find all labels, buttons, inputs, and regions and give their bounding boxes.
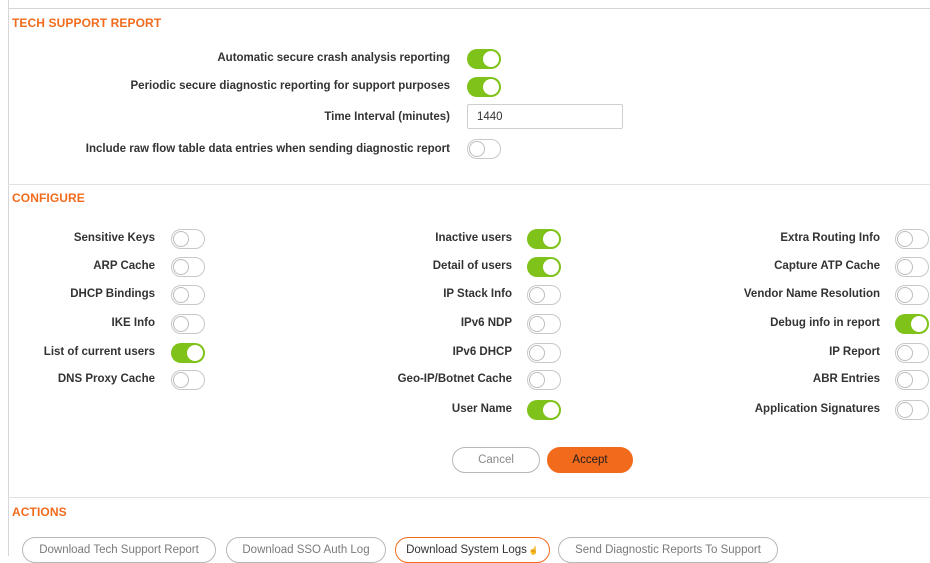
configure-label: Vendor Name Resolution <box>743 288 880 300</box>
configure-toggle[interactable] <box>895 285 929 305</box>
configure-label: Extra Routing Info <box>780 232 880 244</box>
configure-toggle[interactable] <box>895 370 929 390</box>
periodic-label: Periodic secure diagnostic reporting for… <box>130 80 451 92</box>
configure-toggle[interactable] <box>527 257 561 277</box>
toggle-knob <box>897 372 913 388</box>
hand-cursor-icon: ☝ <box>528 545 539 555</box>
toggle-knob <box>529 372 545 388</box>
toggle-knob <box>543 231 559 247</box>
toggle-knob <box>483 79 499 95</box>
configure-label: IP Stack Info <box>443 288 512 300</box>
configure-toggle[interactable] <box>527 285 561 305</box>
toggle-knob <box>897 345 913 361</box>
configure-toggle[interactable] <box>171 257 205 277</box>
toggle-knob <box>173 287 189 303</box>
interval-label: Time Interval (minutes) <box>324 111 450 123</box>
toggle-knob <box>529 316 545 332</box>
configure-label: ARP Cache <box>93 260 155 272</box>
configure-toggle[interactable] <box>527 314 561 334</box>
configure-toggle[interactable] <box>171 343 205 363</box>
toggle-knob <box>469 141 485 157</box>
toggle-knob <box>173 259 189 275</box>
configure-toggle[interactable] <box>895 343 929 363</box>
frame-left-border <box>8 0 9 556</box>
configure-toggle[interactable] <box>527 370 561 390</box>
toggle-knob <box>543 259 559 275</box>
configure-toggle[interactable] <box>527 229 561 249</box>
toggle-knob <box>529 345 545 361</box>
toggle-knob <box>911 316 927 332</box>
configure-toggle[interactable] <box>895 229 929 249</box>
toggle-knob <box>897 231 913 247</box>
section-divider <box>8 497 930 498</box>
configure-label: List of current users <box>43 346 155 358</box>
download-system-logs-label: Download System Logs <box>406 544 527 556</box>
configure-toggle[interactable] <box>171 285 205 305</box>
toggle-knob <box>897 402 913 418</box>
toggle-knob <box>897 287 913 303</box>
configure-label: IPv6 NDP <box>460 317 512 329</box>
periodic-toggle[interactable] <box>467 77 501 97</box>
toggle-knob <box>483 51 499 67</box>
toggle-knob <box>173 316 189 332</box>
toggle-knob <box>529 287 545 303</box>
frame-top-border <box>8 8 930 9</box>
configure-label: Geo-IP/Botnet Cache <box>397 373 512 385</box>
auto-crash-label: Automatic secure crash analysis reportin… <box>217 52 450 64</box>
configure-label: Application Signatures <box>754 403 880 415</box>
toggle-knob <box>187 345 203 361</box>
configure-label: DHCP Bindings <box>70 288 155 300</box>
toggle-knob <box>173 231 189 247</box>
configure-toggle[interactable] <box>895 400 929 420</box>
cancel-button[interactable]: Cancel <box>452 447 540 473</box>
download-sso-auth-log-button[interactable]: Download SSO Auth Log <box>226 537 386 563</box>
configure-toggle[interactable] <box>895 314 929 334</box>
configure-toggle[interactable] <box>527 400 561 420</box>
interval-input[interactable] <box>467 104 623 129</box>
configure-label: IPv6 DHCP <box>452 346 512 358</box>
configure-label: IKE Info <box>111 317 155 329</box>
configure-label: Sensitive Keys <box>73 232 155 244</box>
configure-label: User Name <box>451 403 512 415</box>
raw-flow-toggle[interactable] <box>467 139 501 159</box>
download-tech-support-button[interactable]: Download Tech Support Report <box>22 537 216 563</box>
auto-crash-toggle[interactable] <box>467 49 501 69</box>
configure-label: IP Report <box>829 346 880 358</box>
raw-flow-label: Include raw flow table data entries when… <box>85 143 450 155</box>
configure-toggle[interactable] <box>527 343 561 363</box>
configure-label: Inactive users <box>435 232 512 244</box>
configure-toggle[interactable] <box>171 370 205 390</box>
configure-label: Detail of users <box>432 260 512 272</box>
configure-label: ABR Entries <box>812 373 880 385</box>
tech-support-section-title: TECH SUPPORT REPORT <box>12 16 162 30</box>
section-divider <box>8 184 930 185</box>
configure-label: Debug info in report <box>770 317 880 329</box>
actions-section-title: ACTIONS <box>12 505 67 519</box>
configure-toggle[interactable] <box>895 257 929 277</box>
configure-label: Capture ATP Cache <box>774 260 880 272</box>
configure-section-title: CONFIGURE <box>12 191 85 205</box>
configure-toggle[interactable] <box>171 314 205 334</box>
toggle-knob <box>543 402 559 418</box>
accept-button[interactable]: Accept <box>547 447 633 473</box>
toggle-knob <box>173 372 189 388</box>
toggle-knob <box>897 259 913 275</box>
send-diagnostic-reports-button[interactable]: Send Diagnostic Reports To Support <box>558 537 778 563</box>
configure-toggle[interactable] <box>171 229 205 249</box>
download-system-logs-button[interactable]: Download System Logs ☝ <box>395 537 550 563</box>
configure-label: DNS Proxy Cache <box>57 373 155 385</box>
